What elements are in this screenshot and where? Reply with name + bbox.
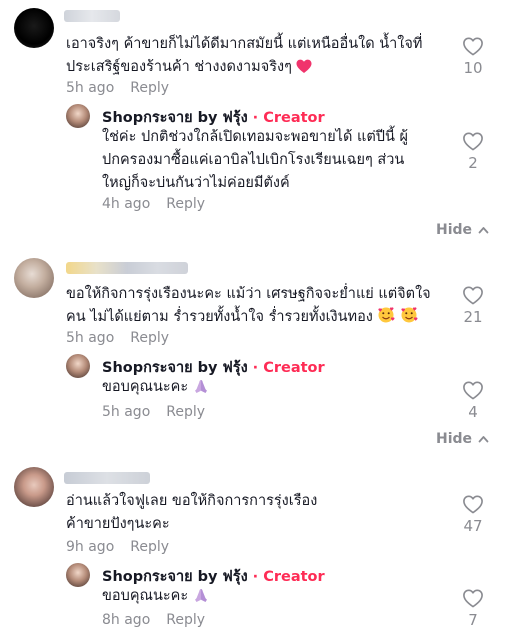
heart-outline-icon	[463, 286, 483, 305]
like-count: 4	[468, 403, 478, 421]
comment-time: 9h ago	[66, 539, 115, 555]
folded-hands-emoji	[193, 378, 209, 402]
comment-meta: 5h ago Reply	[66, 80, 169, 96]
like-button[interactable]: 47	[453, 494, 493, 535]
like-button[interactable]: 10	[453, 36, 493, 77]
hide-replies-button[interactable]: Hide	[436, 222, 489, 238]
reply-button[interactable]: Reply	[166, 404, 205, 420]
pink-heart-emoji	[296, 59, 312, 82]
reply-meta: 8h ago Reply	[102, 612, 205, 628]
comment-text-line: เอาจริงๆ ค้าขายก็ไม่ได้ดีมากสมัยนี้ แต่เ…	[66, 36, 423, 52]
reply-time: 8h ago	[102, 612, 151, 628]
hide-label: Hide	[436, 222, 473, 238]
comment-time: 5h ago	[66, 80, 115, 96]
reply-button[interactable]: Reply	[166, 612, 205, 628]
smiling-face-with-hearts-emoji	[400, 306, 418, 332]
reply-button[interactable]: Reply	[166, 196, 205, 212]
reply-meta: 5h ago Reply	[102, 404, 205, 420]
separator-dot: ·	[252, 109, 259, 126]
commenter-avatar[interactable]	[14, 467, 54, 507]
reply-button[interactable]: Reply	[130, 80, 169, 96]
like-count: 7	[468, 611, 478, 629]
comment-text: อ่านแล้วใจฟูเลย ขอให้กิจการการรุ่งเรือง …	[66, 490, 446, 536]
commenter-avatar[interactable]	[14, 258, 54, 298]
like-button[interactable]: 7	[453, 588, 493, 629]
like-button[interactable]: 4	[453, 380, 493, 421]
smiling-face-with-hearts-emoji	[377, 306, 395, 332]
folded-hands-emoji	[193, 587, 209, 611]
commenter-username-blurred[interactable]	[64, 472, 150, 484]
comment-text-line: อ่านแล้วใจฟูเลย ขอให้กิจการการรุ่งเรือง	[66, 493, 318, 509]
comment-text: เอาจริงๆ ค้าขายก็ไม่ได้ดีมากสมัยนี้ แต่เ…	[66, 33, 456, 82]
commenter-username-blurred[interactable]	[64, 10, 120, 22]
reply-meta: 4h ago Reply	[102, 196, 205, 212]
heart-outline-icon	[463, 132, 483, 151]
heart-outline-icon	[463, 381, 483, 400]
comment-meta: 5h ago Reply	[66, 330, 169, 346]
creator-avatar[interactable]	[66, 354, 90, 378]
like-count: 2	[468, 154, 478, 172]
reply-time: 5h ago	[102, 404, 151, 420]
comment-time: 5h ago	[66, 330, 115, 346]
creator-badge: Creator	[263, 359, 325, 376]
reply-text-line: ใช่ค่ะ ปกติช่วงใกล้เปิดเทอมจะพอขายได้ แต…	[102, 129, 408, 145]
like-count: 10	[463, 59, 483, 77]
comment-text-line: ขอให้กิจการรุ่งเรืองนะคะ แม้ว่า เศรษฐกิจ…	[66, 286, 431, 302]
comment-text-line: คน ไม่ได้แย่ตาม ร่ำรวยทั้งน้ำใจ ร่ำรวยทั…	[66, 306, 456, 332]
commenter-username-blurred[interactable]	[66, 262, 188, 274]
reply-text: ขอบคุณนะคะ	[102, 585, 442, 611]
like-count: 21	[463, 308, 483, 326]
comment-text: ขอให้กิจการรุ่งเรืองนะคะ แม้ว่า เศรษฐกิจ…	[66, 283, 456, 332]
comment-meta: 9h ago Reply	[66, 539, 169, 555]
reply-text-line: ใหญ่ก็จะบ่นกันว่าไม่ค่อยมีตังค์	[102, 175, 290, 191]
like-button[interactable]: 21	[453, 285, 493, 326]
reply-text: ใช่ค่ะ ปกติช่วงใกล้เปิดเทอมจะพอขายได้ แต…	[102, 126, 462, 195]
reply-text-line: ปกครองมาซื้อแค่เอาบิลไปเบิกโรงเรียนเฉยๆ …	[102, 152, 405, 168]
creator-badge: Creator	[263, 109, 325, 126]
hide-label: Hide	[436, 431, 473, 447]
heart-outline-icon	[463, 495, 483, 514]
separator-dot: ·	[252, 359, 259, 376]
creator-avatar[interactable]	[66, 563, 90, 587]
like-button[interactable]: 2	[453, 131, 493, 172]
creator-badge: Creator	[263, 568, 325, 585]
heart-outline-icon	[463, 37, 483, 56]
hide-replies-button[interactable]: Hide	[436, 431, 489, 447]
reply-text: ขอบคุณนะคะ	[102, 376, 442, 402]
reply-button[interactable]: Reply	[130, 330, 169, 346]
like-count: 47	[463, 517, 483, 535]
commenter-avatar[interactable]	[14, 8, 54, 48]
chevron-up-icon	[478, 436, 489, 443]
comment-text-line: ค้าขายปังๆนะคะ	[66, 516, 170, 532]
separator-dot: ·	[252, 568, 259, 585]
chevron-up-icon	[478, 227, 489, 234]
reply-button[interactable]: Reply	[130, 539, 169, 555]
reply-time: 4h ago	[102, 196, 151, 212]
heart-outline-icon	[463, 589, 483, 608]
comment-text-line: ประเสริฐ์ของร้านค้า ช่างงดงามจริงๆ	[66, 56, 456, 82]
creator-avatar[interactable]	[66, 104, 90, 128]
reply-text-line: ขอบคุณนะคะ	[102, 588, 189, 604]
reply-text-line: ขอบคุณนะคะ	[102, 379, 189, 395]
